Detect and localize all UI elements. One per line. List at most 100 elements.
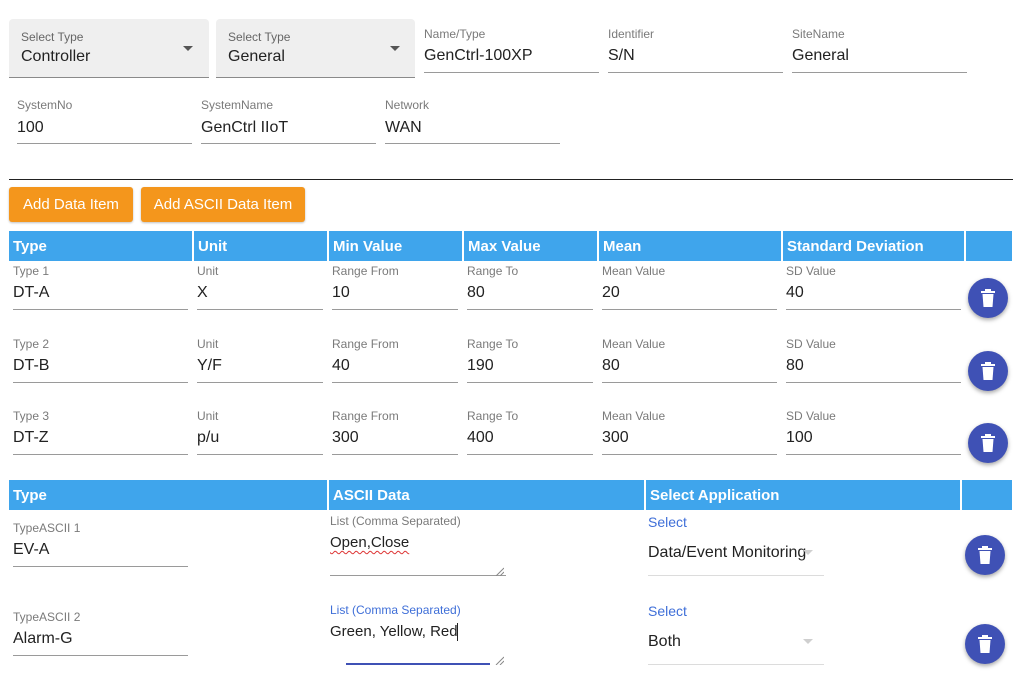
mean-value-field[interactable]: Mean Value 300 bbox=[602, 409, 777, 455]
network-label: Network bbox=[385, 98, 430, 112]
unit-field-value: p/u bbox=[197, 429, 220, 446]
trash-icon bbox=[977, 546, 993, 564]
resize-grip-icon[interactable] bbox=[495, 652, 505, 666]
network-field[interactable]: Network WAN bbox=[385, 98, 560, 144]
mean-value-field-label: Mean Value bbox=[602, 336, 666, 351]
select-application-label: Select bbox=[648, 514, 687, 530]
mean-value-field-label: Mean Value bbox=[602, 409, 666, 423]
trash-icon bbox=[977, 635, 993, 653]
range-to-field-value: 80 bbox=[467, 284, 485, 301]
sd-value-field[interactable]: SD Value 100 bbox=[786, 409, 961, 455]
delete-row-button[interactable] bbox=[968, 423, 1008, 463]
type-field[interactable]: Type 2 DT-B bbox=[13, 337, 188, 383]
unit-field[interactable]: Unit p/u bbox=[197, 409, 323, 455]
sd-value-field-label: SD Value bbox=[786, 409, 836, 423]
range-to-field-value: 190 bbox=[467, 356, 494, 374]
ascii-list-textarea[interactable]: List (Comma Separated) Green, Yellow, Red bbox=[330, 603, 506, 666]
data-table-header: Type Unit Min Value Max Value Mean Stand… bbox=[9, 231, 1012, 261]
sd-value-field-label: SD Value bbox=[786, 336, 836, 351]
unit-field[interactable]: Unit Y/F bbox=[197, 337, 323, 383]
add-data-item-button[interactable]: Add Data Item bbox=[9, 187, 133, 222]
header-ascii-type: Type bbox=[13, 486, 47, 504]
trash-icon bbox=[980, 434, 996, 452]
caret-down-icon bbox=[803, 639, 813, 644]
identifier-label: Identifier bbox=[608, 27, 655, 41]
select-application-label: Select bbox=[648, 603, 687, 619]
system-name-value: GenCtrl IIoT bbox=[201, 119, 289, 136]
sd-value-field-value: 40 bbox=[786, 284, 804, 301]
system-no-label: SystemNo bbox=[17, 98, 73, 112]
identifier-field[interactable]: Identifier S/N bbox=[608, 27, 783, 73]
type-field-value: DT-Z bbox=[13, 429, 49, 446]
type-field-label: Type 2 bbox=[13, 336, 50, 351]
delete-row-button[interactable] bbox=[968, 350, 1008, 391]
network-value: WAN bbox=[385, 119, 422, 136]
range-from-field-value: 10 bbox=[332, 284, 350, 301]
mean-value-field-value: 80 bbox=[602, 356, 620, 374]
trash-icon bbox=[980, 361, 996, 380]
system-no-value: 100 bbox=[17, 119, 44, 136]
site-name-label: SiteName bbox=[792, 27, 845, 41]
ascii-list-value: Open,Close bbox=[330, 534, 410, 551]
header-unit: Unit bbox=[198, 237, 228, 255]
range-from-field-value: 40 bbox=[332, 356, 350, 374]
sd-value-field[interactable]: SD Value 40 bbox=[786, 264, 961, 310]
sd-value-field[interactable]: SD Value 80 bbox=[786, 337, 961, 383]
add-ascii-data-item-button[interactable]: Add ASCII Data Item bbox=[141, 187, 305, 222]
unit-field-label: Unit bbox=[197, 336, 219, 351]
type-field-label: Type 3 bbox=[13, 409, 50, 423]
range-from-field[interactable]: Range From 10 bbox=[332, 264, 458, 310]
header-ascii-data: ASCII Data bbox=[333, 486, 410, 504]
range-to-field[interactable]: Range To 190 bbox=[467, 337, 593, 383]
range-to-field[interactable]: Range To 80 bbox=[467, 264, 593, 310]
range-from-field[interactable]: Range From 300 bbox=[332, 409, 458, 455]
header-mean: Mean bbox=[603, 237, 642, 255]
range-to-field-label: Range To bbox=[467, 336, 519, 351]
site-name-field[interactable]: SiteName General bbox=[792, 27, 967, 73]
resize-grip-icon[interactable] bbox=[495, 563, 505, 577]
type-ascii-field-value: EV-A bbox=[13, 541, 50, 558]
header-min-value: Min Value bbox=[333, 237, 403, 255]
select-application-dropdown[interactable]: Select Data/Event Monitoring bbox=[648, 514, 824, 576]
name-type-field[interactable]: Name/Type GenCtrl-100XP bbox=[424, 27, 599, 73]
select-type-controller[interactable]: Select Type Controller bbox=[9, 19, 209, 78]
range-from-field-value: 300 bbox=[332, 429, 359, 446]
system-name-field[interactable]: SystemName GenCtrl IIoT bbox=[201, 98, 376, 144]
caret-down-icon bbox=[803, 550, 813, 555]
system-no-field[interactable]: SystemNo 100 bbox=[17, 98, 192, 144]
type-field[interactable]: Type 1 DT-A bbox=[13, 264, 188, 310]
trash-icon bbox=[980, 289, 996, 307]
sd-value-field-value: 100 bbox=[786, 429, 813, 446]
ascii-list-value: Green, Yellow, Red bbox=[330, 623, 458, 640]
select-application-value: Both bbox=[648, 633, 681, 650]
name-type-value: GenCtrl-100XP bbox=[424, 47, 533, 64]
delete-row-button[interactable] bbox=[965, 624, 1005, 664]
unit-field-label: Unit bbox=[197, 409, 219, 423]
range-from-field-label: Range From bbox=[332, 336, 399, 351]
unit-field[interactable]: Unit X bbox=[197, 264, 323, 310]
mean-value-field[interactable]: Mean Value 20 bbox=[602, 264, 777, 310]
select-application-value: Data/Event Monitoring bbox=[648, 544, 807, 561]
header-select-application: Select Application bbox=[650, 486, 780, 504]
select-application-dropdown[interactable]: Select Both bbox=[648, 603, 824, 665]
ascii-list-textarea[interactable]: List (Comma Separated) Open,Close bbox=[330, 514, 506, 577]
type-ascii-field-label: TypeASCII 1 bbox=[13, 521, 81, 535]
type-field-value: DT-A bbox=[13, 284, 50, 301]
delete-row-button[interactable] bbox=[965, 535, 1005, 575]
select-type-general[interactable]: Select Type General bbox=[216, 19, 415, 78]
type-ascii-field[interactable]: TypeASCII 2 Alarm-G bbox=[13, 610, 188, 656]
range-to-field[interactable]: Range To 400 bbox=[467, 409, 593, 455]
select-type-value: General bbox=[228, 48, 285, 65]
ascii-list-label: List (Comma Separated) bbox=[330, 514, 461, 528]
select-type-value: Controller bbox=[21, 48, 91, 65]
delete-row-button[interactable] bbox=[968, 278, 1008, 318]
unit-field-value: Y/F bbox=[197, 356, 222, 374]
type-field[interactable]: Type 3 DT-Z bbox=[13, 409, 188, 455]
caret-down-icon bbox=[390, 46, 400, 51]
unit-field-value: X bbox=[197, 284, 208, 301]
section-divider bbox=[9, 179, 1013, 180]
type-ascii-field[interactable]: TypeASCII 1 EV-A bbox=[13, 521, 188, 567]
mean-value-field[interactable]: Mean Value 80 bbox=[602, 337, 777, 383]
range-from-field-label: Range From bbox=[332, 409, 399, 423]
range-from-field[interactable]: Range From 40 bbox=[332, 337, 458, 383]
